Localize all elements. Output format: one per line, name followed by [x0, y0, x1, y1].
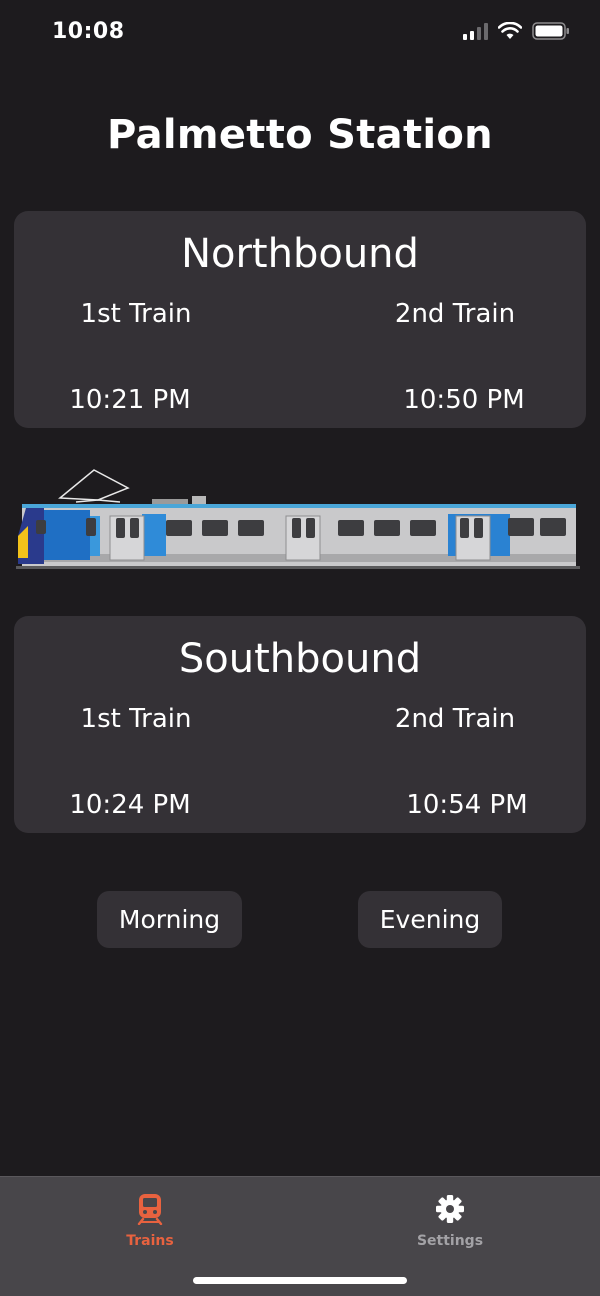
- cellular-signal-icon: [463, 22, 488, 40]
- status-icons: [463, 22, 570, 40]
- northbound-first-time: 10:21 PM: [69, 385, 191, 415]
- southbound-second-label: 2nd Train: [394, 704, 516, 734]
- status-bar: 10:08: [0, 0, 600, 66]
- northbound-second-label: 2nd Train: [394, 299, 516, 329]
- wifi-icon: [498, 22, 522, 39]
- northbound-card: Northbound 1st Train 2nd Train 10:21 PM …: [14, 211, 586, 428]
- northbound-title: Northbound: [181, 231, 419, 277]
- page-title: Palmetto Station: [107, 112, 493, 158]
- northbound-second-time: 10:50 PM: [403, 385, 525, 415]
- home-indicator: [193, 1277, 407, 1284]
- southbound-second-time: 10:54 PM: [406, 790, 528, 820]
- southbound-card: Southbound 1st Train 2nd Train 10:24 PM …: [14, 616, 586, 833]
- gear-icon: [436, 1195, 464, 1223]
- tab-settings[interactable]: Settings: [390, 1193, 510, 1249]
- southbound-first-label: 1st Train: [80, 704, 192, 734]
- tab-settings-label: Settings: [416, 1233, 484, 1249]
- northbound-first-label: 1st Train: [80, 299, 192, 329]
- status-time: 10:08: [52, 19, 125, 44]
- battery-icon: [532, 22, 569, 40]
- train-illustration: [16, 469, 580, 569]
- morning-button[interactable]: Morning: [97, 891, 242, 948]
- tab-trains-label: Trains: [126, 1233, 174, 1249]
- evening-button[interactable]: Evening: [358, 891, 502, 948]
- tab-trains[interactable]: Trains: [90, 1193, 210, 1249]
- southbound-first-time: 10:24 PM: [69, 790, 191, 820]
- train-icon: [137, 1194, 163, 1226]
- southbound-title: Southbound: [178, 636, 422, 682]
